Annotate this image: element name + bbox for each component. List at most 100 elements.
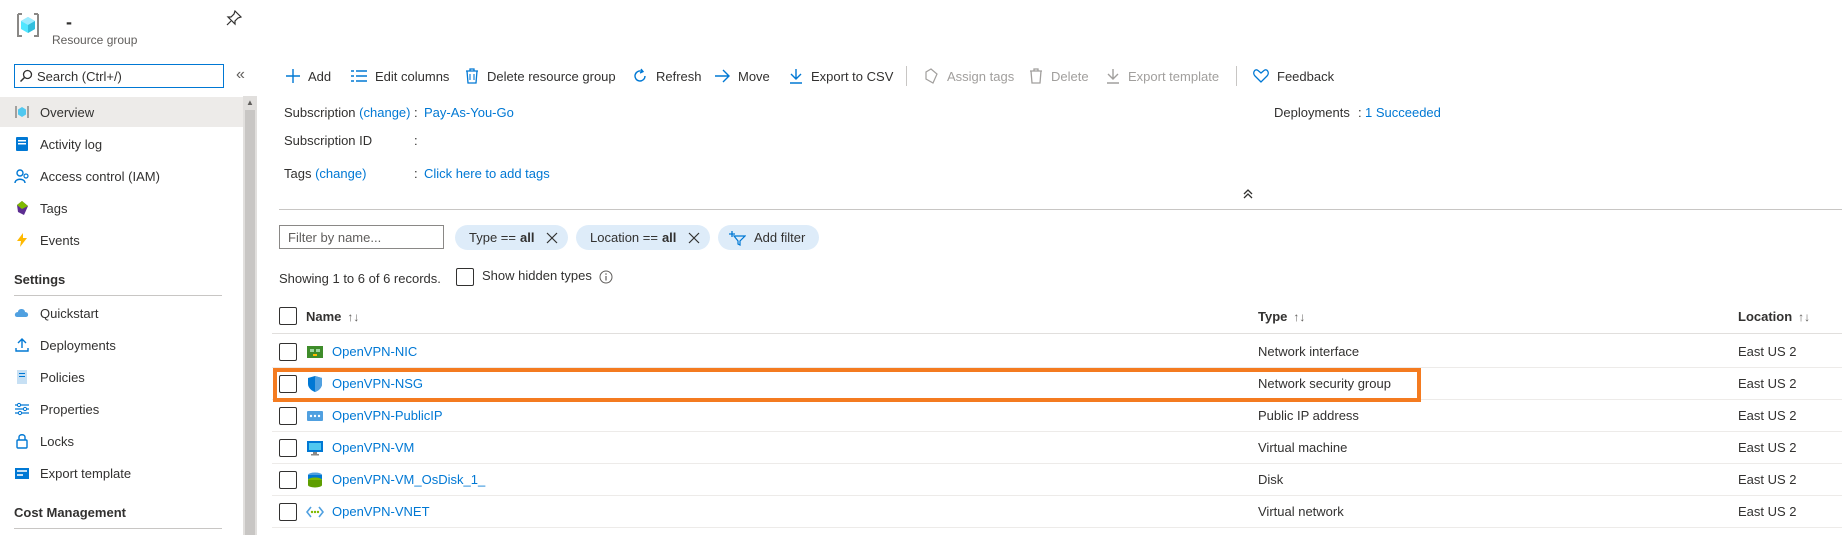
delete-resource-group-label: Delete resource group: [487, 68, 616, 84]
column-header-location[interactable]: Location ↑↓: [1738, 309, 1810, 324]
collapse-sidebar-button[interactable]: «: [236, 66, 245, 84]
show-hidden-types-checkbox[interactable]: [456, 268, 474, 286]
type-filter-value: all: [519, 230, 535, 245]
toolbar-separator: [1236, 66, 1237, 86]
vnet-icon: [306, 506, 324, 518]
sidebar-item-export-template[interactable]: Export template: [0, 458, 243, 488]
table-row[interactable]: OpenVPN-VM Virtual machine East US 2: [272, 432, 1842, 464]
delete-resource-group-button[interactable]: Delete resource group: [465, 64, 616, 88]
sidebar-item-iam[interactable]: Access control (IAM): [0, 161, 243, 191]
table-row[interactable]: OpenVPN-VNET Virtual network East US 2: [272, 496, 1842, 528]
table-row[interactable]: OpenVPN-PublicIP Public IP address East …: [272, 400, 1842, 432]
sidebar-item-label: Locks: [40, 433, 74, 449]
sidebar-item-tags[interactable]: Tags: [0, 193, 243, 223]
sidebar-item-deployments[interactable]: Deployments: [0, 330, 243, 360]
tags-colon: :: [414, 166, 418, 181]
sidebar-item-overview[interactable]: Overview: [0, 97, 243, 127]
location-filter-pill[interactable]: Location == all: [576, 225, 711, 250]
resource-name-link[interactable]: OpenVPN-VM_OsDisk_1_: [332, 472, 485, 487]
row-checkbox[interactable]: [279, 503, 297, 521]
sidebar-scrollbar-thumb[interactable]: [245, 110, 255, 535]
sidebar-search-input[interactable]: [37, 66, 221, 86]
resource-type: Network interface: [1258, 344, 1360, 359]
sidebar-item-label: Quickstart: [40, 305, 99, 321]
table-row[interactable]: OpenVPN-NIC Network interface East US 2: [272, 336, 1842, 368]
move-button[interactable]: Move: [714, 64, 770, 88]
row-checkbox[interactable]: [279, 407, 297, 425]
tag-icon: [14, 200, 30, 216]
subscription-id-label: Subscription ID: [284, 133, 373, 148]
scroll-up-arrow-icon[interactable]: ▲: [246, 98, 254, 107]
column-name-label: Name: [306, 309, 342, 324]
collapse-essentials-chevron-icon[interactable]: [1242, 188, 1254, 200]
resource-location: East US 2: [1738, 344, 1797, 359]
location-filter-label: Location ==: [590, 230, 658, 245]
sidebar-item-quickstart[interactable]: Quickstart: [0, 298, 243, 328]
cost-management-section-header: Cost Management: [14, 505, 126, 520]
pin-icon[interactable]: [226, 10, 242, 26]
sidebar-search[interactable]: [14, 64, 224, 88]
close-icon[interactable]: [546, 232, 558, 244]
feedback-button[interactable]: Feedback: [1253, 64, 1334, 88]
add-filter-button[interactable]: Add filter: [718, 225, 820, 250]
upload-icon: [14, 337, 30, 353]
sidebar-item-activity-log[interactable]: Activity log: [0, 129, 243, 159]
table-row[interactable]: OpenVPN-VM_OsDisk_1_ Disk East US 2: [272, 464, 1842, 496]
export-template-label: Export template: [1128, 68, 1220, 84]
essentials-divider: [279, 209, 1842, 210]
add-filter-label: Add filter: [754, 230, 806, 245]
select-all-checkbox[interactable]: [279, 307, 297, 325]
resource-group-name: -: [66, 12, 72, 32]
sort-icon[interactable]: ↑↓: [1293, 310, 1305, 324]
public-ip-icon: [307, 411, 323, 421]
refresh-label: Refresh: [656, 68, 702, 84]
resource-type: Virtual network: [1258, 504, 1344, 519]
edit-columns-button[interactable]: Edit columns: [351, 64, 449, 88]
column-location-label: Location: [1738, 309, 1793, 324]
row-checkbox[interactable]: [279, 343, 297, 361]
row-checkbox[interactable]: [279, 439, 297, 457]
sidebar-item-properties[interactable]: Properties: [0, 394, 243, 424]
assign-tags-button[interactable]: Assign tags: [923, 64, 1014, 88]
type-filter-pill[interactable]: Type == all: [455, 225, 569, 250]
subscription-value-link[interactable]: Pay-As-You-Go: [424, 105, 514, 120]
row-checkbox[interactable]: [279, 471, 297, 489]
sidebar-item-policies[interactable]: Policies: [0, 362, 243, 392]
sidebar-item-label: Deployments: [40, 337, 116, 353]
column-header-name[interactable]: Name ↑↓: [306, 309, 359, 324]
subscription-id-colon: :: [414, 133, 418, 148]
sidebar-item-label: Properties: [40, 401, 100, 417]
delete-button[interactable]: Delete: [1029, 64, 1089, 88]
resource-group-icon: [17, 13, 39, 37]
add-filter-icon: [729, 230, 746, 246]
column-header-type[interactable]: Type ↑↓: [1258, 309, 1305, 324]
sort-icon[interactable]: ↑↓: [347, 310, 359, 324]
add-button-label: Add: [308, 68, 332, 84]
resource-name-link[interactable]: OpenVPN-NIC: [332, 344, 417, 359]
resource-name-link[interactable]: OpenVPN-VM: [332, 440, 414, 455]
edit-columns-label: Edit columns: [375, 68, 450, 84]
deployments-value-link[interactable]: 1 Succeeded: [1365, 105, 1441, 120]
resource-type-label: Resource group: [52, 33, 138, 47]
cloud-icon: [14, 305, 30, 321]
resource-name-link[interactable]: OpenVPN-PublicIP: [332, 408, 443, 423]
subscription-change-link[interactable]: (change): [359, 105, 410, 120]
resource-name-link[interactable]: OpenVPN-VNET: [332, 504, 430, 519]
filter-by-name-input[interactable]: [279, 225, 444, 249]
close-icon[interactable]: [688, 232, 700, 244]
tags-field: Tags (change): [284, 166, 366, 181]
policy-icon: [14, 369, 30, 385]
sidebar-item-events[interactable]: Events: [0, 225, 243, 255]
resource-location: East US 2: [1738, 504, 1797, 519]
sidebar-item-locks[interactable]: Locks: [0, 426, 243, 456]
export-template-button[interactable]: Export template: [1106, 64, 1219, 88]
sidebar-item-label: Overview: [40, 104, 95, 120]
add-button[interactable]: Add: [286, 64, 331, 88]
tags-change-link[interactable]: (change): [315, 166, 366, 181]
add-tags-link[interactable]: Click here to add tags: [424, 166, 550, 181]
plus-icon: [286, 69, 300, 83]
sort-icon[interactable]: ↑↓: [1798, 310, 1810, 324]
export-csv-button[interactable]: Export to CSV: [789, 64, 893, 88]
refresh-button[interactable]: Refresh: [632, 64, 702, 88]
info-icon[interactable]: [599, 270, 613, 284]
